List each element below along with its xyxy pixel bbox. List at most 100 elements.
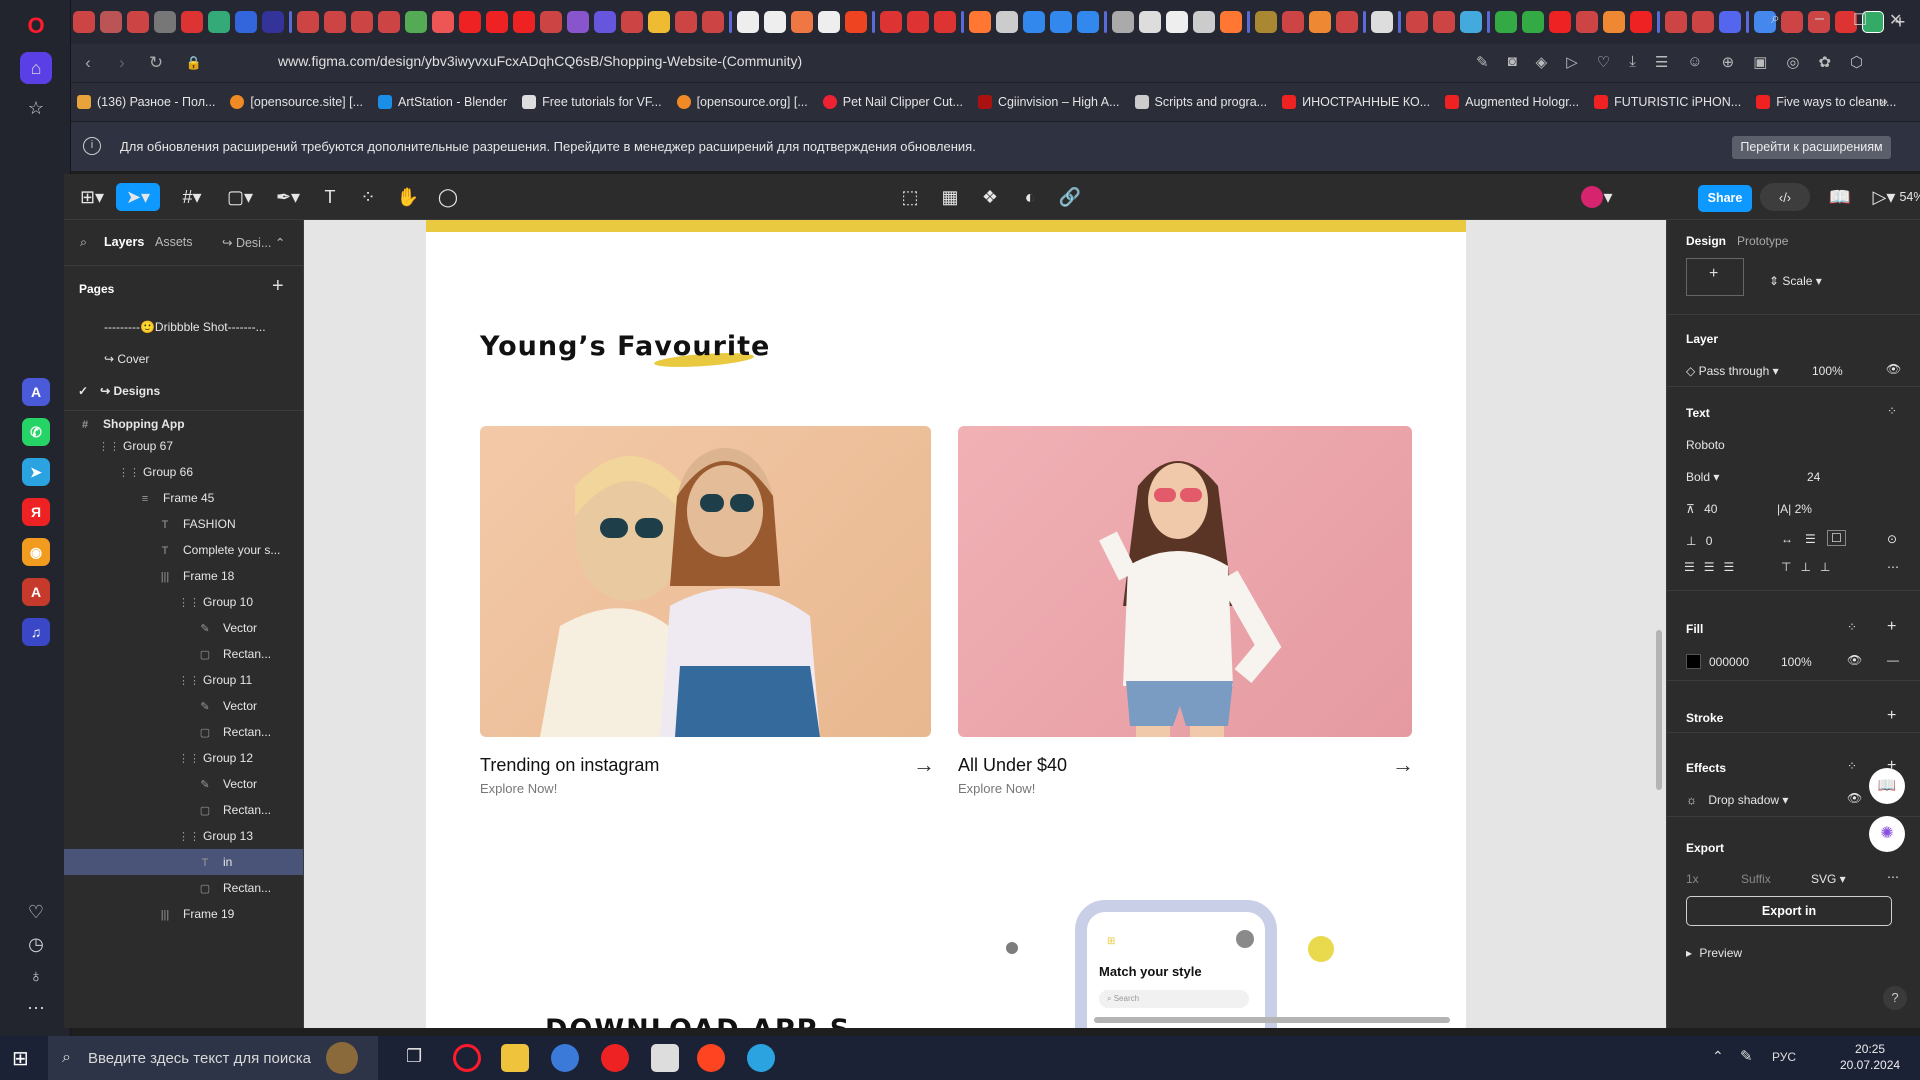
file-explorer-icon[interactable] xyxy=(501,1044,529,1072)
tab[interactable] xyxy=(907,11,929,33)
bookmark[interactable]: [opensource.site] [... xyxy=(230,95,363,109)
design-frame[interactable]: Young’s Favourite Trending on instagram … xyxy=(426,220,1466,1028)
tab-design[interactable]: Design xyxy=(1686,234,1726,248)
tab[interactable] xyxy=(1050,11,1072,33)
card-title[interactable]: All Under $40 xyxy=(958,755,1067,776)
tab[interactable] xyxy=(996,11,1018,33)
tab[interactable] xyxy=(1371,11,1393,33)
fill-opacity[interactable]: 100% xyxy=(1781,655,1812,669)
profile-icon[interactable]: ☺ xyxy=(1687,53,1702,71)
download-app-title[interactable]: DOWNLOAD APP S xyxy=(545,1014,851,1028)
vertical-scrollbar[interactable] xyxy=(1656,630,1662,790)
tab[interactable] xyxy=(1023,11,1045,33)
tab[interactable] xyxy=(969,11,991,33)
tray-chevron-icon[interactable]: ⌃ xyxy=(1712,1048,1724,1065)
maximize-icon[interactable]: ☐ xyxy=(1853,10,1867,30)
yandex-browser-icon[interactable] xyxy=(697,1044,725,1072)
extension-icon[interactable]: ✿ xyxy=(1818,53,1831,71)
export-scale[interactable]: 1x xyxy=(1686,872,1699,886)
aria-app-icon[interactable]: A xyxy=(22,378,50,406)
tab[interactable] xyxy=(1282,11,1304,33)
effect-dropdown[interactable]: ☼ Drop shadow ▾ xyxy=(1686,793,1788,807)
hand-tool-icon[interactable]: ✋ xyxy=(394,183,422,211)
bookmark[interactable]: Augmented Hologr... xyxy=(1445,95,1579,109)
fill-swatch[interactable] xyxy=(1686,654,1701,669)
tab[interactable] xyxy=(1630,11,1652,33)
layer-row[interactable]: T FASHION xyxy=(64,511,303,537)
minimize-icon[interactable]: – xyxy=(1815,10,1824,28)
opera-logo-icon[interactable]: O xyxy=(20,10,52,42)
tab[interactable] xyxy=(486,11,508,33)
add-fill-icon[interactable]: + xyxy=(1887,618,1896,636)
page-item[interactable]: ↪ Cover xyxy=(64,346,303,372)
go-to-extensions-button[interactable]: Перейти к расширениям xyxy=(1732,136,1891,159)
layer-row[interactable]: T Complete your s... xyxy=(64,537,303,563)
tab[interactable] xyxy=(378,11,400,33)
frame-tool-icon[interactable]: #▾ xyxy=(174,183,210,211)
eye-icon[interactable]: 👁 xyxy=(1847,653,1862,667)
tab[interactable] xyxy=(324,11,346,33)
tab[interactable] xyxy=(1719,11,1741,33)
tab[interactable] xyxy=(1433,11,1455,33)
vertical-align-icons[interactable]: ⊤⊥⊥ xyxy=(1781,560,1839,574)
layer-row[interactable]: ⋮⋮ Group 66 xyxy=(64,459,303,485)
cube-icon[interactable]: ⬡ xyxy=(1850,53,1863,71)
tab[interactable] xyxy=(1781,11,1803,33)
remove-fill-icon[interactable]: — xyxy=(1887,653,1899,667)
avatar[interactable]: ▾ xyxy=(1578,183,1616,211)
bookmark[interactable]: Five ways to cleanu... xyxy=(1756,95,1896,109)
tab[interactable] xyxy=(127,11,149,33)
move-tool-icon[interactable]: ➤▾ xyxy=(116,183,160,211)
tab[interactable] xyxy=(1665,11,1687,33)
app-icon[interactable]: ◉ xyxy=(22,538,50,566)
heart-icon[interactable]: ♡ xyxy=(20,896,52,928)
dev-mode-toggle[interactable]: ‹/› xyxy=(1760,183,1810,211)
shield-icon[interactable]: ◈ xyxy=(1536,53,1548,71)
close-icon[interactable]: ✕ xyxy=(1889,10,1902,30)
bookmark[interactable]: Scripts and progra... xyxy=(1134,95,1267,109)
forward-icon[interactable]: › xyxy=(105,53,139,73)
tab[interactable] xyxy=(737,11,759,33)
grid-icon[interactable]: ▦ xyxy=(936,183,964,211)
crop-icon[interactable]: ⬚ xyxy=(896,183,924,211)
more-icon[interactable]: ⋯ xyxy=(20,992,52,1024)
bookmark[interactable]: (136) Разное - Пол... xyxy=(77,95,215,109)
styles-icon[interactable]: ⁘ xyxy=(1847,620,1857,634)
video-editor-icon[interactable] xyxy=(651,1044,679,1072)
whatsapp-icon[interactable]: ✆ xyxy=(22,418,50,446)
tab[interactable] xyxy=(1077,11,1099,33)
reader-icon[interactable]: 📖 xyxy=(1869,768,1905,804)
tab[interactable] xyxy=(1549,11,1571,33)
tab[interactable] xyxy=(432,11,454,33)
tab[interactable] xyxy=(154,11,176,33)
layer-row[interactable]: ▢ Rectan... xyxy=(64,797,303,823)
layer-row[interactable]: ▢ Rectan... xyxy=(64,875,303,901)
clock[interactable]: 20:25 20.07.2024 xyxy=(1840,1042,1900,1072)
layer-row[interactable]: ▢ Rectan... xyxy=(64,719,303,745)
auto-width-icon[interactable]: ↔ xyxy=(1781,532,1793,546)
card-image-under40[interactable] xyxy=(958,426,1412,737)
edit-icon[interactable]: ✎ xyxy=(1476,53,1489,71)
figma-menu-icon[interactable]: ⊞▾ xyxy=(74,183,110,211)
export-suffix[interactable]: Suffix xyxy=(1741,872,1771,886)
design-canvas[interactable]: Young’s Favourite Trending on instagram … xyxy=(304,220,1666,1028)
eye-icon[interactable]: 👁 xyxy=(1847,791,1862,805)
url-field[interactable]: www.figma.com/design/ybv3iwyvxuFcxADqhCQ… xyxy=(278,53,802,69)
tab[interactable] xyxy=(675,11,697,33)
tab[interactable] xyxy=(1692,11,1714,33)
add-stroke-icon[interactable]: + xyxy=(1887,707,1896,725)
present-icon[interactable]: ▷▾ xyxy=(1866,183,1902,211)
tab[interactable] xyxy=(594,11,616,33)
tab[interactable] xyxy=(297,11,319,33)
bookmark[interactable]: Cgiinvision – High A... xyxy=(977,95,1120,109)
tab-assets[interactable]: Assets xyxy=(155,235,193,249)
bookmark[interactable]: Pet Nail Clipper Cut... xyxy=(822,95,963,109)
blend-mode-dropdown[interactable]: ◇ Pass through ▾ xyxy=(1686,364,1779,378)
tab[interactable] xyxy=(1495,11,1517,33)
tab[interactable] xyxy=(1255,11,1277,33)
tab[interactable] xyxy=(764,11,786,33)
bookmark[interactable]: FUTURISTIC iPHON... xyxy=(1594,95,1741,109)
more-icon[interactable]: ⋯ xyxy=(1887,870,1899,884)
music-app-icon[interactable]: ♫ xyxy=(22,618,50,646)
auto-height-icon[interactable]: ☰ xyxy=(1805,532,1816,546)
